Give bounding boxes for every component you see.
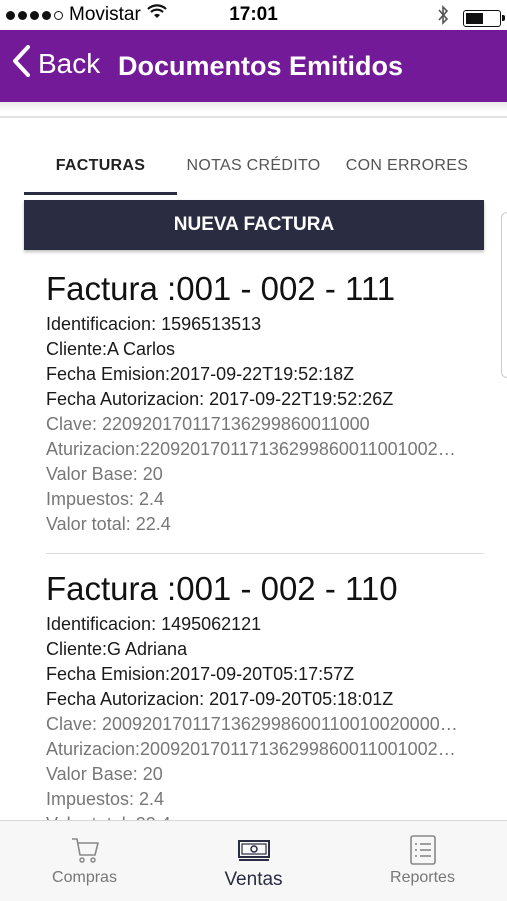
active-tab-indicator	[24, 192, 177, 195]
invoice-aturizacion: Aturizacion:2009201701171362998600110010…	[46, 739, 464, 759]
chevron-left-icon	[10, 44, 32, 85]
status-bar: Movistar 17:01	[0, 0, 507, 30]
scroll-indicator	[501, 212, 507, 378]
invoice-aturizacion: Aturizacion:2209201701171362998600110010…	[46, 439, 464, 459]
cash-icon	[237, 833, 271, 867]
invoice-cliente: Cliente:G Adriana	[46, 639, 188, 659]
nav-shadow	[0, 102, 507, 112]
bottom-tab-bar: Compras Ventas Reportes	[0, 820, 507, 901]
invoice-cliente: Cliente:A Carlos	[46, 339, 176, 359]
tab-con-errores[interactable]: CON ERRORES	[330, 140, 484, 192]
divider	[0, 116, 507, 118]
invoice-fecha-emision: Fecha Emision:2017-09-22T19:52:18Z	[46, 364, 355, 384]
invoice-impuestos: Impuestos: 2.4	[46, 789, 165, 809]
status-time: 17:01	[229, 4, 278, 25]
invoice-fecha-emision: Fecha Emision:2017-09-20T05:17:57Z	[46, 664, 355, 684]
invoice-valor-base: Valor Base: 20	[46, 464, 163, 484]
tab-ventas-label: Ventas	[224, 869, 283, 890]
invoice-card[interactable]: Factura :001 - 002 - 111 Identificacion:…	[46, 268, 484, 537]
tab-compras-label: Compras	[52, 869, 117, 886]
new-invoice-button[interactable]: NUEVA FACTURA	[24, 200, 484, 250]
invoice-identificacion: Identificacion: 1596513513	[46, 314, 262, 334]
invoice-valor-total: Valor total: 22.4	[46, 514, 171, 534]
tab-notas-credito[interactable]: NOTAS CRÉDITO	[177, 140, 330, 192]
list-divider	[46, 553, 484, 554]
invoice-title: Factura :001 - 002 - 111	[46, 270, 396, 307]
back-label: Back	[38, 48, 101, 79]
tab-compras[interactable]: Compras	[0, 821, 169, 901]
list-icon	[409, 833, 437, 867]
invoice-fecha-autorizacion: Fecha Autorizacion: 2017-09-20T05:18:01Z	[46, 689, 394, 709]
battery-icon	[463, 9, 505, 27]
cart-icon	[70, 833, 100, 867]
invoice-valor-total: Valor total: 22.4	[46, 812, 484, 820]
invoice-list[interactable]: Factura :001 - 002 - 111 Identificacion:…	[46, 268, 484, 820]
back-button[interactable]: Back	[10, 44, 100, 84]
tab-facturas[interactable]: FACTURAS	[24, 140, 177, 192]
navigation-bar: Back Documentos Emitidos	[0, 30, 507, 102]
invoice-fecha-autorizacion: Fecha Autorizacion: 2017-09-22T19:52:26Z	[46, 389, 394, 409]
tab-ventas[interactable]: Ventas	[169, 821, 338, 901]
invoice-title: Factura :001 - 002 - 110	[46, 570, 398, 607]
document-tabs: FACTURAS NOTAS CRÉDITO CON ERRORES	[24, 140, 484, 196]
invoice-clave: Clave: 200920170117136299860011001002000…	[46, 714, 464, 734]
invoice-valor-base: Valor Base: 20	[46, 764, 163, 784]
status-right	[437, 5, 505, 31]
invoice-card[interactable]: Factura :001 - 002 - 110 Identificacion:…	[46, 568, 484, 820]
invoice-identificacion: Identificacion: 1495062121	[46, 614, 262, 634]
tab-reportes-label: Reportes	[390, 869, 455, 886]
bluetooth-icon	[437, 5, 449, 31]
invoice-clave: Clave: 220920170117136299860011000	[46, 414, 370, 434]
tab-reportes[interactable]: Reportes	[338, 821, 507, 901]
invoice-impuestos: Impuestos: 2.4	[46, 489, 165, 509]
page-title: Documentos Emitidos	[118, 51, 404, 81]
